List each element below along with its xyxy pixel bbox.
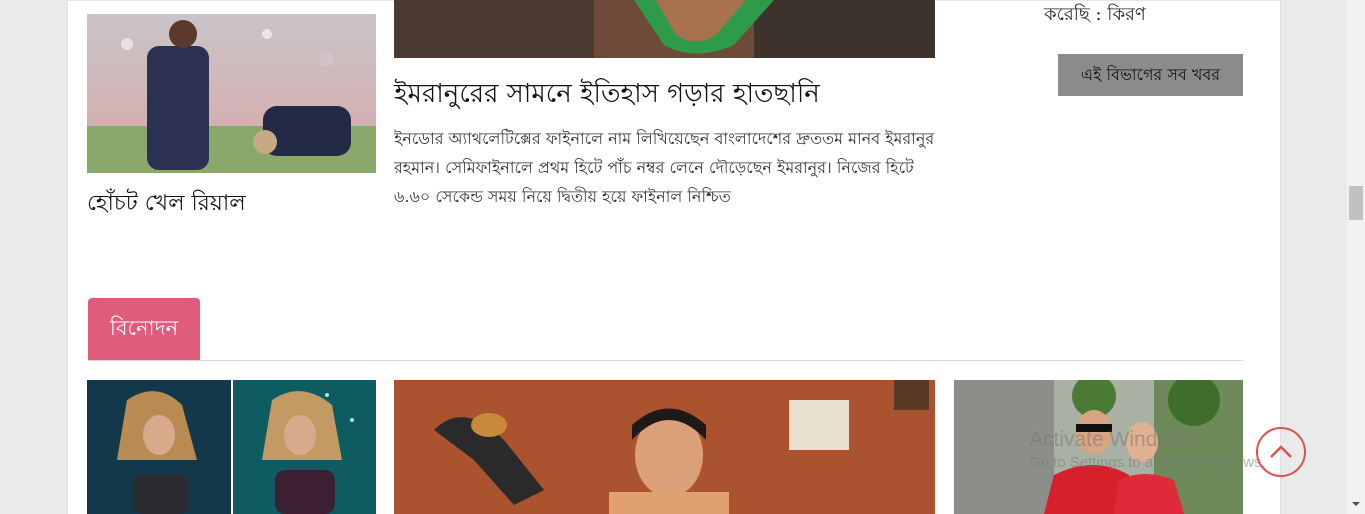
news-image-real-madrid[interactable]	[87, 14, 376, 173]
section-tab-entertainment[interactable]: বিনোদন	[88, 298, 200, 360]
section-divider	[88, 360, 1243, 361]
scroll-to-top-button[interactable]	[1256, 427, 1306, 477]
sidebar-caption: করেছি : কিরণ	[1044, 4, 1146, 25]
watermark-subtitle: Go to Settings to activate Windows.	[1029, 454, 1266, 471]
scrollbar-thumb[interactable]	[1349, 186, 1363, 220]
scroll-down-arrow-icon[interactable]	[1351, 499, 1361, 509]
news-image-actor[interactable]	[394, 380, 935, 514]
watermark-title: Activate Windows	[1029, 428, 1195, 451]
page-scrollbar[interactable]	[1347, 0, 1365, 514]
news-excerpt: ইনডোর অ্যাথলেটিক্সের ফাইনালে নাম লিখিয়ে…	[394, 129, 935, 206]
chevron-up-icon	[1270, 445, 1292, 458]
windows-activation-watermark: Activate Windows Go to Settings to activ…	[1029, 428, 1266, 471]
news-image-athlete[interactable]	[394, 0, 935, 58]
all-news-button[interactable]: এই বিভাগের সব খবর	[1058, 54, 1243, 96]
news-title-small[interactable]: হোঁচট খেল রিয়াল	[87, 186, 246, 223]
news-title-featured[interactable]: ইমরানুরের সামনে ইতিহাস গড়ার হাতছানি	[394, 73, 820, 117]
news-image-shakira[interactable]	[87, 380, 376, 514]
